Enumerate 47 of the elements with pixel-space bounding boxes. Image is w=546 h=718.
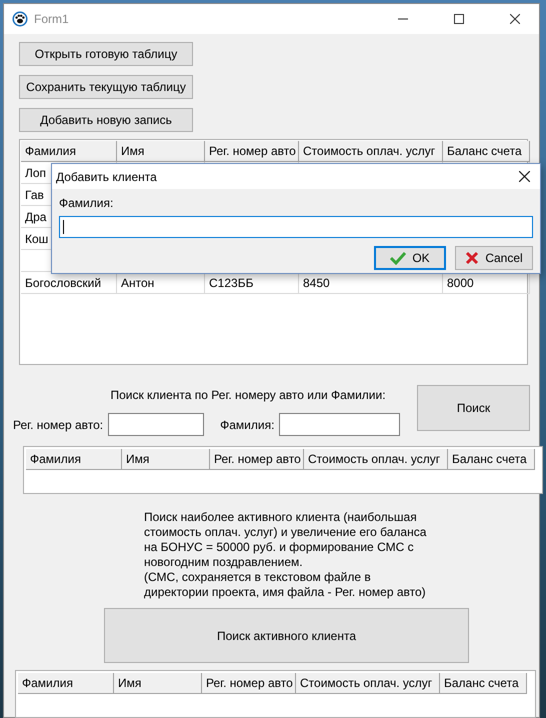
check-icon [390, 251, 406, 265]
column-header[interactable]: Имя [117, 141, 205, 162]
table-cell: 8000 [447, 276, 474, 290]
input-field[interactable] [108, 413, 204, 436]
close-icon[interactable] [510, 14, 520, 24]
close-icon[interactable] [519, 171, 530, 182]
input-field[interactable] [279, 413, 400, 436]
column-header[interactable]: Баланс счета [443, 141, 530, 162]
column-header[interactable]: Фамилия [21, 141, 117, 162]
maximize-icon[interactable] [454, 14, 464, 24]
column-header[interactable]: Фамилия [26, 449, 122, 470]
window-title: Form1 [34, 12, 69, 26]
column-header[interactable]: Стоимость оплач. услуг [304, 449, 448, 470]
table-cell: Антон [121, 276, 154, 290]
input-field[interactable] [59, 216, 533, 238]
field-label: Фамилия: [220, 418, 274, 432]
column-header[interactable]: Имя [114, 673, 202, 694]
column-header[interactable]: Имя [122, 449, 210, 470]
cancel-button[interactable]: Cancel [455, 246, 533, 270]
column-header[interactable]: Стоимость оплач. услуг [299, 141, 443, 162]
search-button[interactable]: Поиск [417, 385, 530, 431]
ok-button[interactable]: OK [374, 246, 446, 270]
dialog-title: Добавить клиента [56, 170, 157, 184]
x-icon [465, 251, 480, 265]
table-cell: С123ББ [209, 276, 254, 290]
table-cell: 8450 [303, 276, 330, 290]
description-text: Поиск наиболее активного клиента (наибольшая стоимость оплач. услуг) и увеличение его баланса на БОНУС = 50000 руб. и формирование СМС с новогодним поздравлением. (СМС, сохраняется в текстовом файле в директории проекта, имя файла - Рег. номер авто) [144, 510, 428, 600]
table-cell: Лоп [25, 166, 46, 180]
column-header[interactable]: Фамилия [18, 673, 114, 694]
toolbar-button[interactable]: Открыть готовую таблицу [19, 42, 193, 66]
column-header[interactable]: Рег. номер авто [202, 673, 296, 694]
table-cell: Гав [25, 188, 44, 202]
paw-icon [12, 11, 28, 27]
column-header[interactable]: Баланс счета [440, 673, 527, 694]
field-label: Фамилия: [59, 196, 114, 212]
table-cell: Богословский [25, 276, 102, 290]
table-cell: Дра [25, 210, 46, 224]
column-header[interactable]: Баланс счета [448, 449, 535, 470]
toolbar-button[interactable]: Сохранить текущую таблицу [19, 75, 193, 99]
column-header[interactable]: Рег. номер авто [210, 449, 304, 470]
search-caption: Поиск клиента по Рег. номеру авто или Фамилии: [110, 388, 386, 402]
column-header[interactable]: Рег. номер авто [205, 141, 299, 162]
field-label: Рег. номер авто: [13, 418, 104, 432]
column-header[interactable]: Стоимость оплач. услуг [296, 673, 440, 694]
toolbar-button[interactable]: Добавить новую запись [19, 108, 193, 132]
table-cell: Кош [25, 232, 48, 246]
search-active-button[interactable]: Поиск активного клиента [104, 608, 469, 663]
